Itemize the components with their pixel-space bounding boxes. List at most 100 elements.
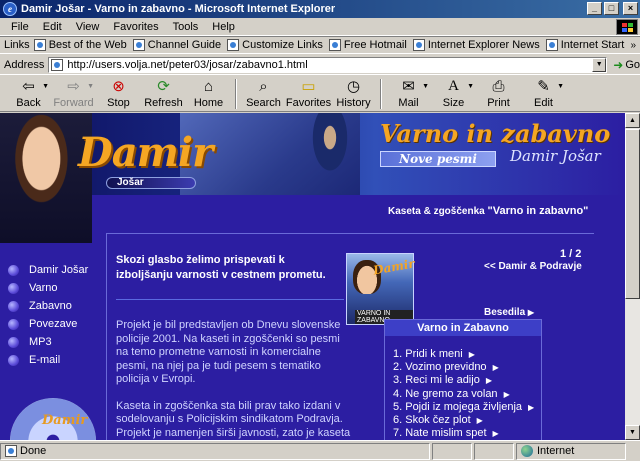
scroll-up-button[interactable]: ▲ <box>625 113 640 128</box>
edit-button[interactable]: ✎ Edit ▼ <box>521 77 566 109</box>
play-arrow-icon: ▶ <box>503 389 510 399</box>
song-item[interactable]: 2. Vozimo previdno ▶ <box>393 361 541 374</box>
menu-help[interactable]: Help <box>205 21 242 33</box>
size-button[interactable]: A Size ▼ <box>431 77 476 110</box>
link-label: Channel Guide <box>147 39 222 51</box>
song-title: 7. Nate mislim spet <box>393 427 487 440</box>
forward-dropdown-icon[interactable]: ▼ <box>87 83 94 90</box>
album-cover-image[interactable]: Damir VARNO IN ZABAVNO <box>346 253 416 325</box>
stop-button[interactable]: ⊗ Stop <box>96 77 141 109</box>
body-paragraph: Projekt je bil predstavljen ob Dnevu slo… <box>116 319 341 385</box>
font-size-icon: A <box>448 77 459 94</box>
maximize-button[interactable]: □ <box>604 2 619 15</box>
windows-logo-icon <box>616 19 638 35</box>
back-dropdown-icon[interactable]: ▼ <box>42 83 49 90</box>
damir-podravje-link[interactable]: << Damir & Podravje <box>484 261 582 272</box>
link-internet-start[interactable]: Internet Start <box>545 39 624 51</box>
left-navigation: Damir Jošar Varno Zabavno Povezave MP3 E… <box>8 261 88 369</box>
song-item[interactable]: 3. Reci mi le adijo ▶ <box>393 374 541 387</box>
menu-view[interactable]: View <box>69 21 107 33</box>
nav-item-damir-josar[interactable]: Damir Jošar <box>8 261 88 279</box>
link-free-hotmail[interactable]: Free Hotmail <box>328 39 407 51</box>
song-title: 6. Skok čez plot <box>393 414 471 427</box>
song-item[interactable]: 4. Ne gremo za volan ▶ <box>393 388 541 401</box>
link-channel-guide[interactable]: Channel Guide <box>132 39 222 51</box>
menu-edit[interactable]: Edit <box>36 21 69 33</box>
go-button[interactable]: ➜ Go <box>613 58 640 72</box>
divider <box>116 299 344 300</box>
link-ie-news[interactable]: Internet Explorer News <box>412 39 540 51</box>
forward-arrow-icon: ⇨ <box>67 78 80 95</box>
edit-icon: ✎ <box>537 78 550 95</box>
size-label: Size <box>442 97 465 109</box>
scroll-thumb[interactable] <box>625 129 640 299</box>
forward-button[interactable]: ⇨ Forward ▼ <box>51 77 96 109</box>
link-customize-links[interactable]: Customize Links <box>227 39 323 51</box>
scroll-down-button[interactable]: ▼ <box>625 425 640 440</box>
mail-dropdown-icon[interactable]: ▼ <box>422 83 429 90</box>
song-item[interactable]: 1. Pridi k meni ▶ <box>393 348 541 361</box>
print-button[interactable]: ⎙ Print <box>476 77 521 110</box>
mail-button[interactable]: ✉ Mail ▼ <box>386 77 431 109</box>
nav-label: Povezave <box>29 318 78 330</box>
ie-icon: e <box>3 2 17 16</box>
history-button[interactable]: ◷ History <box>331 77 376 109</box>
favorites-button[interactable]: ▭ Favorites <box>286 77 331 109</box>
stop-icon: ⊗ <box>112 78 125 95</box>
song-item[interactable]: 6. Skok čez plot ▶ <box>393 414 541 427</box>
song-title: 4. Ne gremo za volan <box>393 387 498 400</box>
links-more-button[interactable]: » <box>630 40 636 51</box>
artist-signature: Damir Jošar <box>510 147 601 165</box>
link-label: Free Hotmail <box>343 39 407 51</box>
mail-icon: ✉ <box>402 78 415 95</box>
minimize-button[interactable]: _ <box>587 2 602 15</box>
go-arrow-icon: ➜ <box>613 57 624 72</box>
link-page-icon <box>33 39 46 51</box>
search-button[interactable]: ⌕ Search <box>241 77 286 110</box>
song-title: 1. Pridi k meni <box>393 348 463 360</box>
nav-item-povezave[interactable]: Povezave <box>8 315 88 333</box>
address-input[interactable]: http://users.volja.net/peter03/josar/zab… <box>48 56 608 73</box>
lyrics-link-label: Besedila <box>484 307 526 318</box>
page-viewport: Damir Jošar Varno in zabavno Nove pesmi … <box>0 113 625 440</box>
nav-item-email[interactable]: E-mail <box>8 351 88 369</box>
song-item[interactable]: 7. Nate mislim spet ▶ <box>393 427 541 440</box>
new-songs-button[interactable]: Nove pesmi <box>380 151 496 167</box>
menu-file[interactable]: File <box>4 21 36 33</box>
close-button[interactable]: × <box>623 2 638 15</box>
address-bar: Address http://users.volja.net/peter03/j… <box>0 55 640 75</box>
section-heading-title: "Varno in zabavno" <box>487 205 589 217</box>
nav-bullet-icon <box>8 264 19 276</box>
address-url: http://users.volja.net/peter03/josar/zab… <box>67 58 308 71</box>
link-best-of-web[interactable]: Best of the Web <box>33 39 127 51</box>
printer-icon: ⎙ <box>492 77 505 95</box>
address-dropdown-button[interactable]: ▼ <box>592 57 607 72</box>
nav-bullet-icon <box>8 282 19 294</box>
menu-tools[interactable]: Tools <box>166 21 206 33</box>
nav-item-zabavno[interactable]: Zabavno <box>8 297 88 315</box>
link-page-icon <box>132 39 145 51</box>
section-heading-prefix: Kaseta & zgoščenka <box>388 206 485 217</box>
vertical-scrollbar[interactable]: ▲ ▼ <box>625 113 640 440</box>
refresh-label: Refresh <box>144 97 183 109</box>
album-title: Varno in zabavno <box>380 119 611 148</box>
nav-item-varno[interactable]: Varno <box>8 279 88 297</box>
back-button[interactable]: ⇦ Back ▼ <box>6 77 51 109</box>
menu-favorites[interactable]: Favorites <box>106 21 165 33</box>
edit-dropdown-icon[interactable]: ▼ <box>557 83 564 90</box>
song-title: 5. Pojdi iz mojega življenja <box>393 400 523 413</box>
refresh-button[interactable]: ⟳ Refresh <box>141 77 186 109</box>
favorites-folder-icon: ▭ <box>301 78 316 95</box>
artist-surname: Jošar <box>106 177 196 189</box>
site-banner: Damir Jošar Varno in zabavno Nove pesmi … <box>0 113 625 243</box>
song-title: 3. Reci mi le adijo <box>393 374 480 387</box>
lyrics-link[interactable]: Besedila ▶ <box>484 307 534 318</box>
links-label: Links <box>4 39 30 51</box>
nav-item-mp3[interactable]: MP3 <box>8 333 88 351</box>
link-label: Best of the Web <box>48 39 127 51</box>
song-item[interactable]: 5. Pojdi iz mojega življenja ▶ <box>393 401 541 414</box>
nav-bullet-icon <box>8 300 19 312</box>
home-button[interactable]: ⌂ Home <box>186 77 231 110</box>
size-dropdown-icon[interactable]: ▼ <box>467 83 474 90</box>
link-page-icon <box>227 39 240 51</box>
